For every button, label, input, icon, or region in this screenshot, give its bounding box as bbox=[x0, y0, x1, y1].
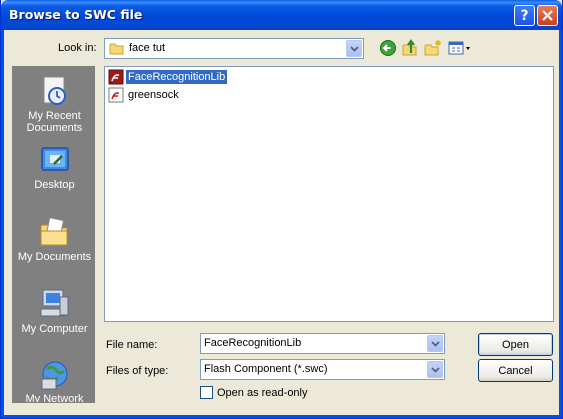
readonly-label[interactable]: Open as read-only bbox=[217, 387, 308, 399]
places-item-documents[interactable]: My Documents bbox=[13, 215, 94, 263]
browse-dialog: Browse to SWC file ? Look in: face tut M… bbox=[0, 0, 563, 419]
filename-label: File name: bbox=[106, 339, 158, 351]
up-folder-icon[interactable] bbox=[401, 39, 419, 57]
places-item-network[interactable]: My Network Places bbox=[13, 357, 94, 403]
places-label-documents: My Documents bbox=[17, 251, 92, 263]
window-frame-bottom bbox=[1, 415, 562, 418]
places-bar: My Recent Documents Desktop My Documents bbox=[12, 66, 95, 403]
close-icon bbox=[542, 10, 553, 21]
lookin-label: Look in: bbox=[58, 42, 97, 54]
cancel-button-label: Cancel bbox=[498, 364, 533, 377]
open-button-label: Open bbox=[502, 338, 529, 351]
my-documents-icon bbox=[40, 217, 67, 246]
readonly-checkbox[interactable] bbox=[200, 386, 213, 399]
places-label-computer: My Computer bbox=[21, 323, 88, 335]
folder-icon bbox=[109, 43, 124, 55]
filetype-value: Flash Component (*.swc) bbox=[204, 363, 328, 375]
places-item-computer[interactable]: My Computer bbox=[13, 287, 94, 335]
places-item-recent[interactable]: My Recent Documents bbox=[13, 74, 94, 134]
lookin-value: face tut bbox=[129, 42, 166, 54]
places-label-network: My Network Places bbox=[25, 393, 84, 403]
file-list[interactable]: FaceRecognitionLib greensock bbox=[104, 66, 554, 322]
list-item[interactable]: FaceRecognitionLib bbox=[108, 69, 228, 85]
chevron-down-icon bbox=[350, 46, 359, 52]
places-label-recent: My Recent Documents bbox=[26, 110, 83, 134]
my-computer-icon bbox=[40, 289, 68, 317]
lookin-dropdown[interactable]: face tut bbox=[104, 38, 364, 59]
filetype-dropdown-arrow[interactable] bbox=[427, 361, 443, 378]
view-menu-icon[interactable] bbox=[448, 39, 472, 57]
places-item-desktop[interactable]: Desktop bbox=[13, 145, 94, 191]
recent-documents-icon bbox=[43, 76, 66, 105]
lookin-dropdown-arrow[interactable] bbox=[346, 40, 362, 57]
chevron-down-icon bbox=[431, 367, 440, 373]
filename-value: FaceRecognitionLib bbox=[204, 337, 302, 349]
flash-swc-icon bbox=[108, 69, 124, 85]
chevron-down-icon bbox=[431, 341, 440, 347]
open-button[interactable]: Open bbox=[478, 333, 553, 356]
filename-dropdown-arrow[interactable] bbox=[427, 335, 443, 352]
list-item[interactable]: greensock bbox=[108, 87, 181, 103]
title-bar[interactable]: Browse to SWC file ? bbox=[1, 0, 562, 30]
close-button[interactable] bbox=[537, 5, 558, 26]
network-places-icon bbox=[41, 361, 67, 390]
filetype-label: Files of type: bbox=[106, 365, 169, 377]
help-button[interactable]: ? bbox=[514, 5, 535, 26]
cancel-button[interactable]: Cancel bbox=[478, 359, 553, 382]
desktop-icon bbox=[40, 147, 69, 171]
back-icon[interactable] bbox=[379, 39, 397, 57]
places-label-desktop: Desktop bbox=[34, 179, 75, 191]
dialog-title: Browse to SWC file bbox=[9, 7, 143, 22]
help-icon: ? bbox=[520, 7, 529, 24]
filetype-select[interactable]: Flash Component (*.swc) bbox=[200, 359, 445, 380]
flash-swc-icon bbox=[108, 87, 124, 103]
new-folder-icon[interactable] bbox=[424, 39, 442, 57]
file-name-text: FaceRecognitionLib bbox=[126, 70, 228, 84]
filename-input[interactable]: FaceRecognitionLib bbox=[200, 333, 445, 354]
file-name-text: greensock bbox=[128, 89, 179, 101]
